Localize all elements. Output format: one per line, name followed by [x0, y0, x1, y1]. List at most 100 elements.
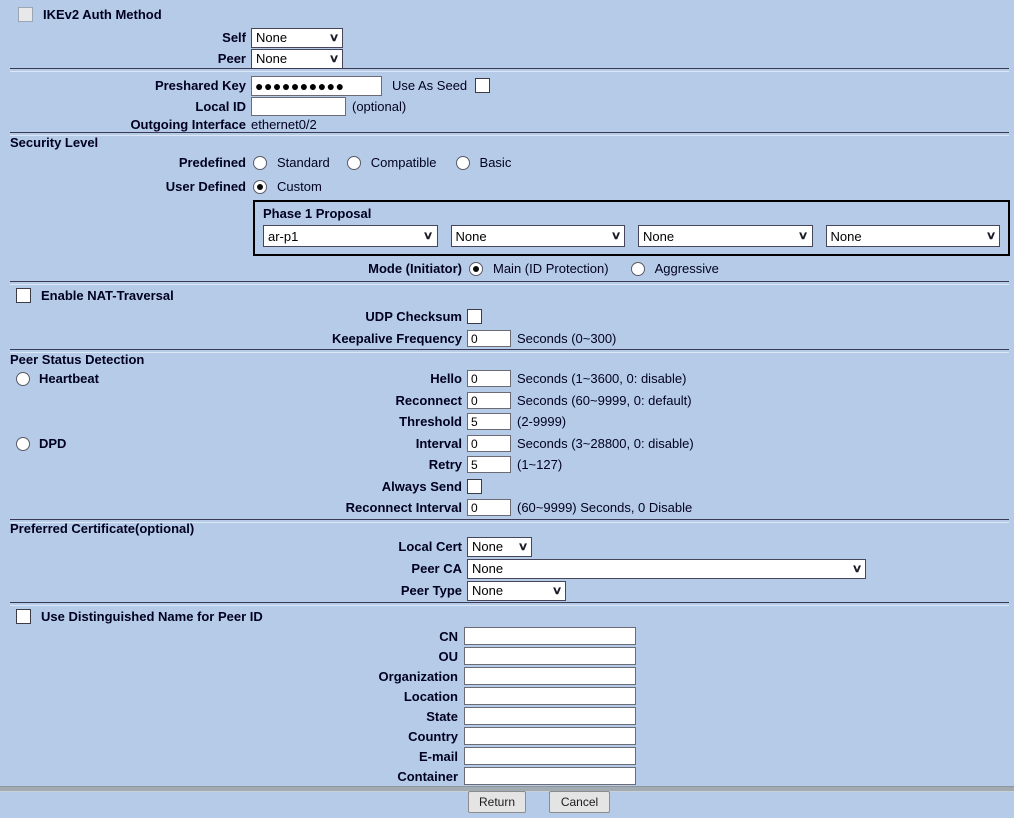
threshold-note: (2-9999) [517, 414, 566, 429]
keepalive-frequency-note: Seconds (0~300) [517, 331, 616, 346]
phase1-proposal-heading: Phase 1 Proposal [263, 206, 1000, 221]
udp-checksum-checkbox[interactable] [467, 309, 482, 324]
predefined-row: Predefined Standard Compatible Basic [0, 152, 511, 173]
always-send-label: Always Send [0, 479, 462, 494]
peer-label: Peer [0, 51, 246, 66]
reconnect-interval-input[interactable]: 0 [467, 499, 511, 516]
reconnect-value: 0 [471, 394, 478, 408]
peer-select-value: None [256, 51, 287, 66]
user-defined-custom-radio[interactable] [253, 180, 267, 194]
user-defined-row: User Defined Custom [0, 176, 322, 197]
phase1-select-1[interactable]: ar-p1 ∨ [263, 225, 438, 247]
use-dn-row: Use Distinguished Name for Peer ID [16, 606, 263, 627]
state-input[interactable] [464, 707, 636, 725]
phase1-select-2-value: None [456, 229, 487, 244]
phase1-select-3-value: None [643, 229, 674, 244]
organization-row: Organization [0, 667, 636, 685]
threshold-row: Threshold 5 (2-9999) [0, 411, 566, 432]
organization-label: Organization [0, 669, 458, 684]
outgoing-interface-row: Outgoing Interface ethernet0/2 [0, 115, 317, 133]
local-cert-select[interactable]: None ∨ [467, 537, 532, 557]
local-cert-label: Local Cert [0, 539, 462, 554]
dpd-radio[interactable] [16, 437, 30, 451]
action-buttons-row: Return Cancel [468, 791, 610, 813]
always-send-checkbox[interactable] [467, 479, 482, 494]
interval-note: Seconds (3~28800, 0: disable) [517, 436, 694, 451]
cn-input[interactable] [464, 627, 636, 645]
return-button[interactable]: Return [468, 791, 526, 813]
container-input[interactable] [464, 767, 636, 785]
peer-select[interactable]: None ∨ [251, 49, 343, 69]
section-divider [10, 132, 1009, 136]
cancel-button[interactable]: Cancel [549, 791, 610, 813]
predefined-standard-label: Standard [277, 155, 330, 170]
preshared-key-masked-value: ●●●●●●●●●● [255, 78, 345, 94]
predefined-label: Predefined [0, 155, 246, 170]
ikev2-auth-method-checkbox[interactable] [18, 7, 33, 22]
peer-ca-select[interactable]: None ∨ [467, 559, 866, 579]
ou-input[interactable] [464, 647, 636, 665]
interval-label: Interval [0, 436, 462, 451]
enable-nat-row: Enable NAT-Traversal [16, 285, 174, 306]
chevron-down-icon: ∨ [329, 31, 340, 44]
chevron-down-icon: ∨ [611, 229, 622, 242]
email-input[interactable] [464, 747, 636, 765]
chevron-down-icon: ∨ [423, 229, 434, 242]
outgoing-interface-value: ethernet0/2 [251, 117, 317, 132]
local-cert-select-value: None [472, 539, 503, 554]
keepalive-frequency-input[interactable]: 0 [467, 330, 511, 347]
local-id-note: (optional) [352, 99, 406, 114]
reconnect-interval-row: Reconnect Interval 0 (60~9999) Seconds, … [0, 497, 692, 518]
phase1-proposal-box: Phase 1 Proposal ar-p1 ∨ None ∨ None ∨ N… [253, 200, 1010, 256]
predefined-standard-radio[interactable] [253, 156, 267, 170]
use-distinguished-name-checkbox[interactable] [16, 609, 31, 624]
keepalive-frequency-row: Keepalive Frequency 0 Seconds (0~300) [0, 328, 616, 349]
threshold-input[interactable]: 5 [467, 413, 511, 430]
location-label: Location [0, 689, 458, 704]
phase1-select-2[interactable]: None ∨ [451, 225, 626, 247]
section-divider [10, 349, 1009, 353]
retry-input[interactable]: 5 [467, 456, 511, 473]
preshared-key-label: Preshared Key [0, 78, 246, 93]
use-as-seed-checkbox[interactable] [475, 78, 490, 93]
ikev2-auth-method-label: IKEv2 Auth Method [43, 7, 162, 22]
preshared-key-input[interactable]: ●●●●●●●●●● [251, 76, 382, 96]
predefined-basic-radio[interactable] [456, 156, 470, 170]
peer-type-select[interactable]: None ∨ [467, 581, 566, 601]
retry-note: (1~127) [517, 457, 562, 472]
cn-row: CN [0, 627, 636, 645]
heartbeat-label: Heartbeat [39, 371, 99, 386]
preshared-key-row: Preshared Key ●●●●●●●●●● Use As Seed [0, 75, 490, 96]
mode-label: Mode (Initiator) [0, 261, 462, 276]
phase1-select-4[interactable]: None ∨ [826, 225, 1001, 247]
reconnect-input[interactable]: 0 [467, 392, 511, 409]
predefined-compatible-radio[interactable] [347, 156, 361, 170]
phase1-select-1-value: ar-p1 [268, 229, 298, 244]
organization-input[interactable] [464, 667, 636, 685]
udp-checksum-label: UDP Checksum [0, 309, 462, 324]
phase1-select-3[interactable]: None ∨ [638, 225, 813, 247]
local-id-input[interactable] [251, 97, 346, 116]
mode-aggressive-radio[interactable] [631, 262, 645, 276]
mode-main-radio[interactable] [469, 262, 483, 276]
location-input[interactable] [464, 687, 636, 705]
mode-main-label: Main (ID Protection) [493, 261, 609, 276]
heartbeat-radio[interactable] [16, 372, 30, 386]
self-select[interactable]: None ∨ [251, 28, 343, 48]
cn-label: CN [0, 629, 458, 644]
interval-input[interactable]: 0 [467, 435, 511, 452]
peer-ca-label: Peer CA [0, 561, 462, 576]
section-divider [10, 68, 1009, 72]
country-label: Country [0, 729, 458, 744]
email-label: E-mail [0, 749, 458, 764]
retry-label: Retry [0, 457, 462, 472]
container-label: Container [0, 769, 458, 784]
enable-nat-traversal-checkbox[interactable] [16, 288, 31, 303]
keepalive-frequency-value: 0 [471, 332, 478, 346]
udp-checksum-row: UDP Checksum [0, 306, 482, 327]
self-select-value: None [256, 30, 287, 45]
chevron-down-icon: ∨ [329, 52, 340, 65]
country-input[interactable] [464, 727, 636, 745]
location-row: Location [0, 687, 636, 705]
hello-input[interactable]: 0 [467, 370, 511, 387]
